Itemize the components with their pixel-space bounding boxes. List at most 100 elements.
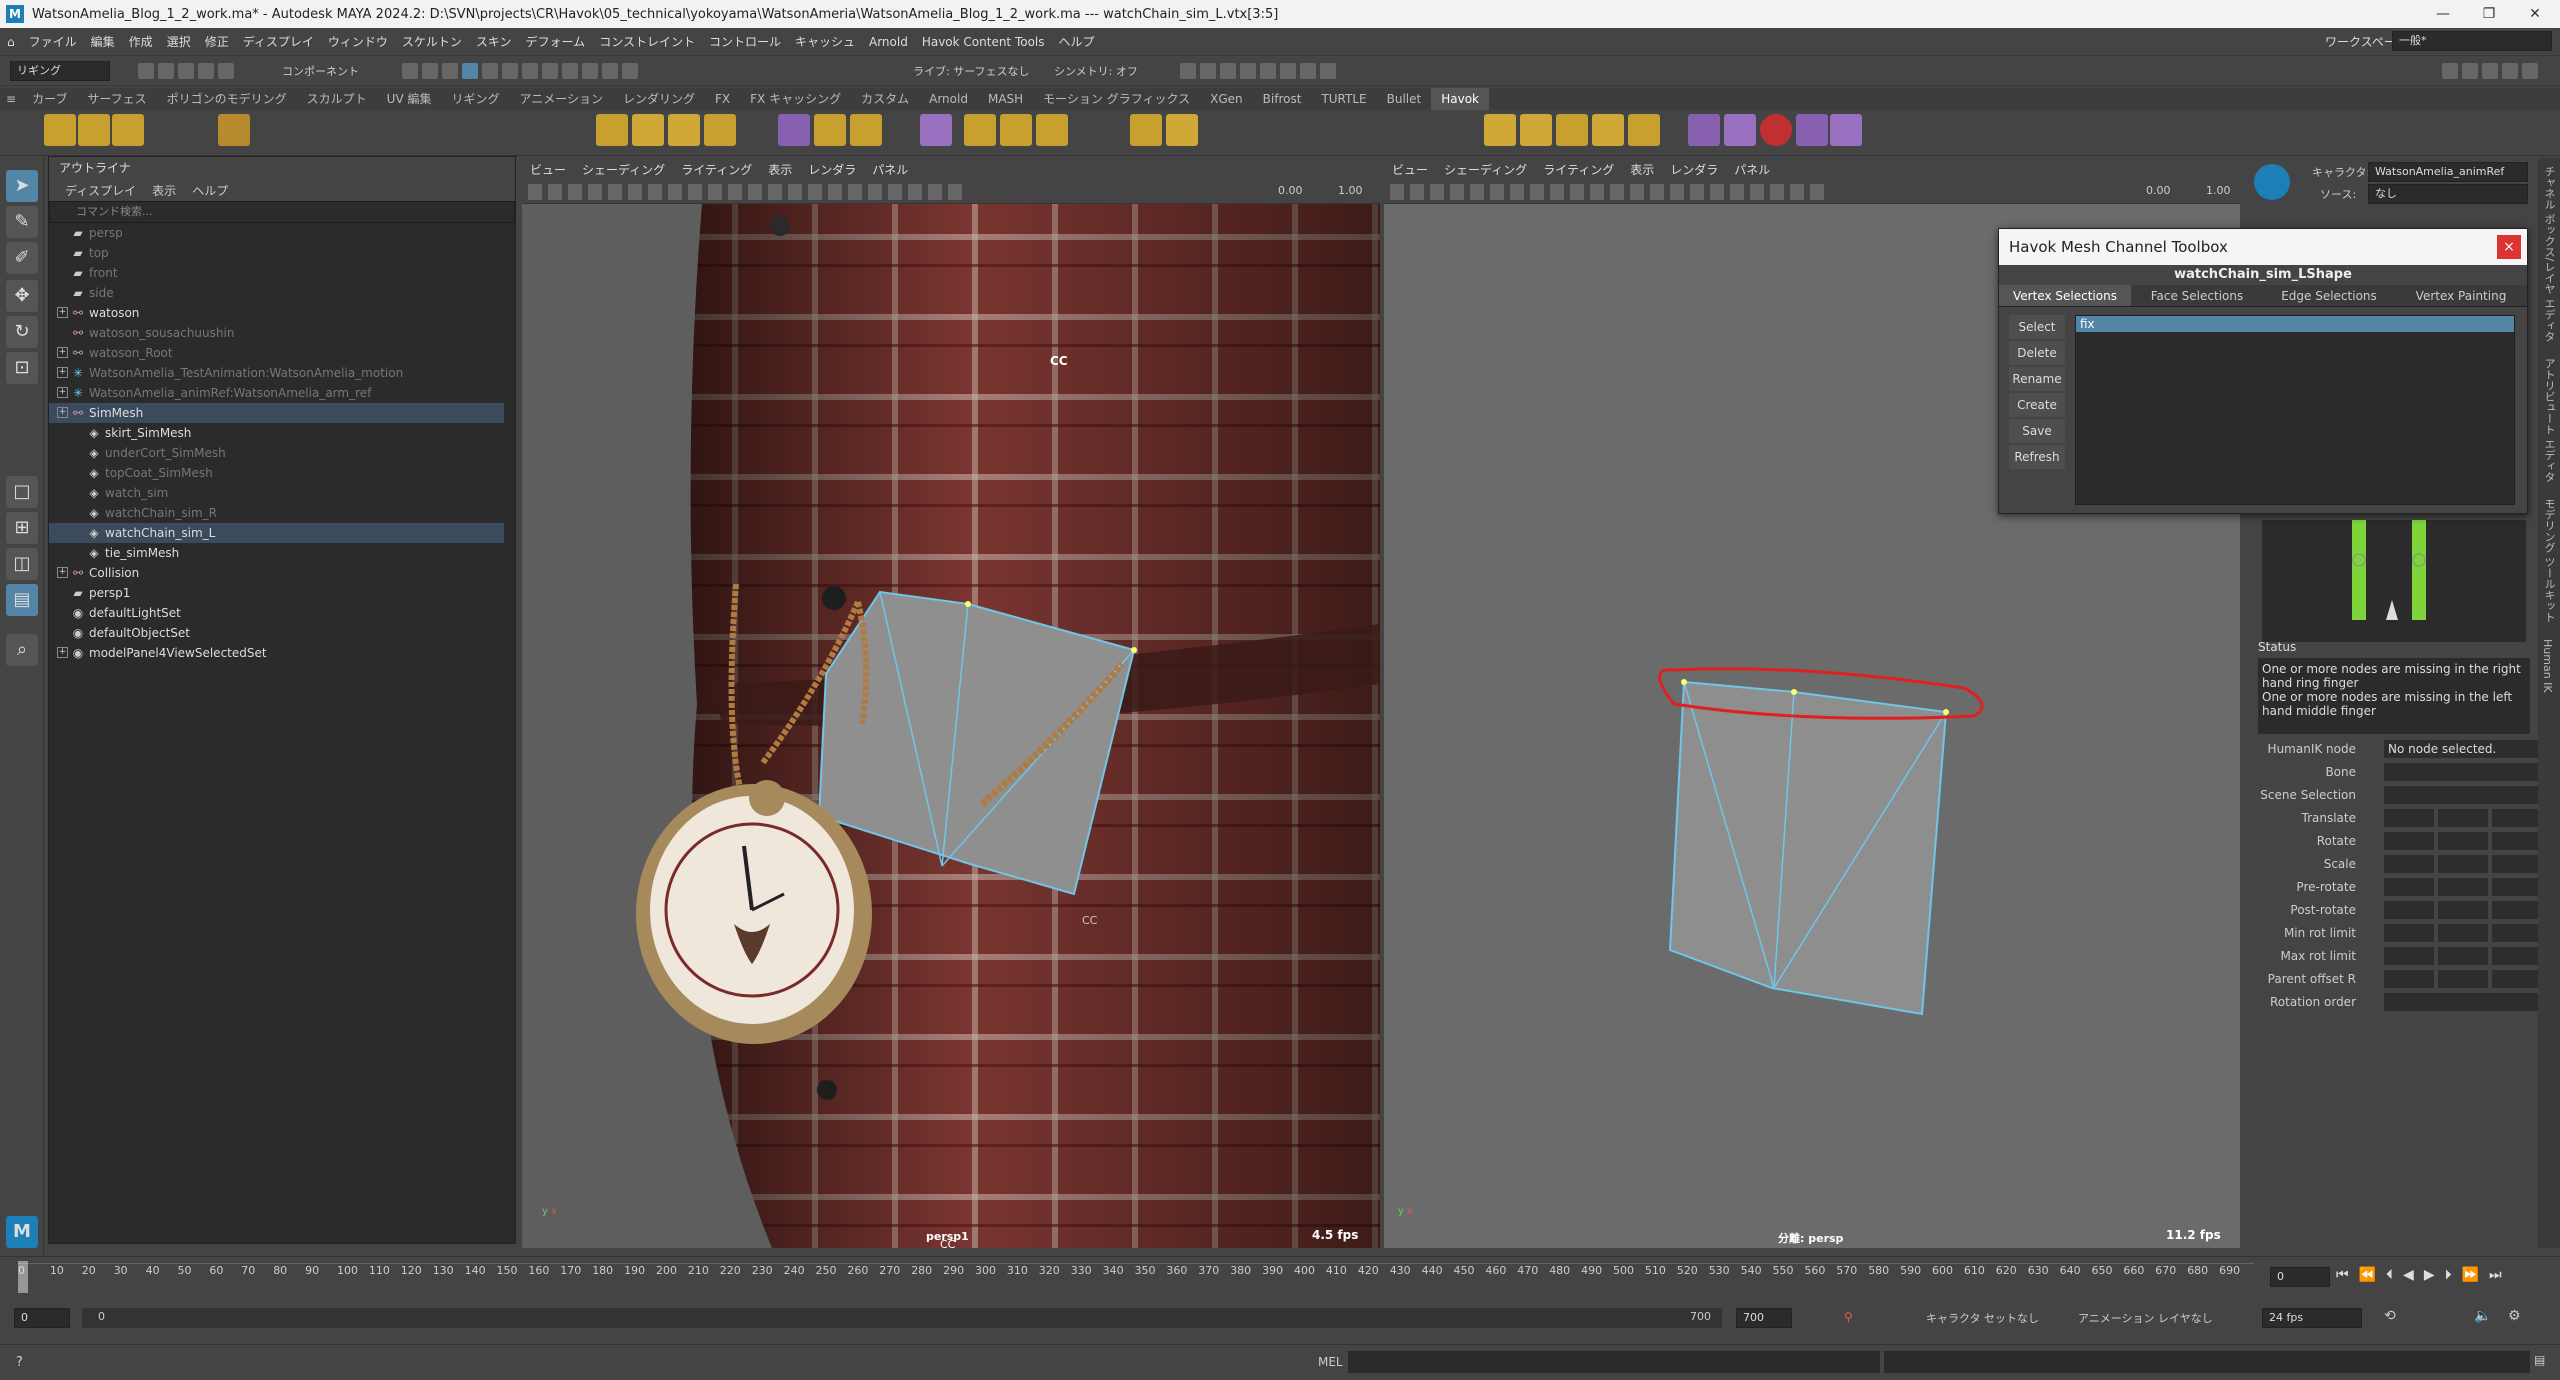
select-tool-icon[interactable]: ➤ <box>6 170 38 202</box>
havok-tool-icon-19[interactable] <box>1520 114 1552 146</box>
side-tab-human-ik[interactable]: Human IK <box>2538 631 2557 701</box>
havok-tool-icon-17[interactable] <box>1166 114 1198 146</box>
expand-icon[interactable]: + <box>57 367 68 378</box>
havok-tool-icon-7[interactable] <box>668 114 700 146</box>
new-scene-icon[interactable] <box>138 63 154 79</box>
panel-toolbar-icons-right[interactable] <box>1390 184 1830 200</box>
render-settings-icon[interactable] <box>1240 63 1256 79</box>
side-tab-channel-box[interactable]: チャネル ボックス/レイヤ エディタ <box>2538 158 2560 350</box>
create-button[interactable]: Create <box>2009 393 2065 417</box>
menu-havok[interactable]: Havok Content Tools <box>915 35 1052 49</box>
humanik-character-view[interactable] <box>2262 520 2526 642</box>
shelf-tab-xgen[interactable]: XGen <box>1200 88 1253 110</box>
current-frame-field[interactable]: 0 <box>2270 1267 2330 1287</box>
havok-tool-icon-24[interactable] <box>1724 114 1756 146</box>
menu-file[interactable]: ファイル <box>22 33 84 50</box>
side-tab-attribute-editor[interactable]: アトリビュート エディタ <box>2538 350 2560 491</box>
attribute-field[interactable] <box>2384 947 2434 965</box>
attribute-field[interactable] <box>2492 970 2542 988</box>
lock-icon[interactable] <box>542 63 558 79</box>
maximize-button[interactable]: ❐ <box>2466 0 2512 28</box>
select-component-icon[interactable] <box>442 63 458 79</box>
attribute-editor-toggle-icon[interactable] <box>2462 63 2478 79</box>
attribute-field[interactable] <box>2438 878 2488 896</box>
outliner-item[interactable]: ▰ top <box>49 243 504 263</box>
menu-deform[interactable]: デフォーム <box>519 33 593 50</box>
menu-display[interactable]: ディスプレイ <box>236 33 321 50</box>
character-select[interactable]: WatsonAmelia_animRef <box>2368 162 2528 182</box>
expand-icon[interactable]: + <box>57 567 68 578</box>
attribute-field[interactable] <box>2492 832 2542 850</box>
havok-tool-icon-11[interactable] <box>850 114 882 146</box>
tab-vertex-painting[interactable]: Vertex Painting <box>2395 285 2527 306</box>
havok-tool-icon-1[interactable] <box>44 114 76 146</box>
exposure-value-right[interactable]: 0.00 <box>2146 184 2171 197</box>
select-object-icon[interactable] <box>422 63 438 79</box>
havok-tool-icon-10[interactable] <box>814 114 846 146</box>
attribute-field[interactable] <box>2384 855 2434 873</box>
selection-set-item[interactable]: fix <box>2076 316 2514 332</box>
attribute-field[interactable] <box>2492 924 2542 942</box>
render-frame-icon[interactable] <box>1200 63 1216 79</box>
outliner-item[interactable]: + ⚯ Collision <box>49 563 504 583</box>
outliner-item[interactable]: + ⚯ SimMesh <box>49 403 504 423</box>
time-slider[interactable]: 0 10 20 30 40 50 60 70 80 90 100 110 120 130 140 150 160… <box>0 1256 2560 1296</box>
outliner-item[interactable]: + ✳ WatsonAmelia_TestAnimation:WatsonAmeli… <box>49 363 504 383</box>
undo-icon[interactable] <box>198 63 214 79</box>
shelf-tab-uv-editing[interactable]: UV 編集 <box>377 88 442 110</box>
tab-vertex-selections[interactable]: Vertex Selections <box>1999 285 2131 306</box>
havok-tool-icon-3[interactable] <box>112 114 144 146</box>
render-view-icon[interactable] <box>1180 63 1196 79</box>
attribute-field[interactable] <box>2492 855 2542 873</box>
vp-left-menu-shading[interactable]: シェーディング <box>574 161 673 178</box>
menu-select[interactable]: 選択 <box>160 33 198 50</box>
havok-tool-icon-9[interactable] <box>778 114 810 146</box>
havok-tool-icon-15[interactable] <box>1036 114 1068 146</box>
havok-tool-icon-25[interactable] <box>1760 114 1792 146</box>
character-set-select[interactable]: キャラクタ セットなし <box>1926 1310 2039 1326</box>
attribute-field[interactable] <box>2384 901 2434 919</box>
attribute-field[interactable] <box>2384 832 2434 850</box>
attribute-field[interactable] <box>2492 901 2542 919</box>
outliner-layout-icon[interactable]: ▤ <box>6 584 38 616</box>
gamma-value-right[interactable]: 1.00 <box>2206 184 2231 197</box>
havok-tool-icon-14[interactable] <box>1000 114 1032 146</box>
outliner-item[interactable]: ◈ tie_simMesh <box>49 543 504 563</box>
havok-tool-icon-2[interactable] <box>78 114 110 146</box>
outliner-item[interactable]: ◈ watchChain_sim_L <box>49 523 504 543</box>
shelf-tab-rigging[interactable]: リギング <box>441 88 509 110</box>
attribute-field[interactable] <box>2384 924 2434 942</box>
save-button[interactable]: Save <box>2009 419 2065 443</box>
shelf-tab-poly-modeling[interactable]: ポリゴンのモデリング <box>157 88 297 110</box>
expand-icon[interactable]: + <box>57 647 68 658</box>
selection-set-list[interactable]: fix <box>2075 315 2515 505</box>
menu-cache[interactable]: キャッシュ <box>788 33 862 50</box>
shelf-tab-fx[interactable]: FX <box>705 88 740 110</box>
four-view-icon[interactable]: ⊞ <box>6 512 38 544</box>
menu-edit[interactable]: 編集 <box>84 33 122 50</box>
step-forward-icon[interactable]: ⏵ <box>2445 1267 2462 1283</box>
single-view-icon[interactable]: □ <box>6 476 38 508</box>
vp-left-menu-renderer[interactable]: レンダラ <box>800 161 864 178</box>
attribute-field[interactable] <box>2384 786 2542 804</box>
outliner-item[interactable]: ◈ skirt_SimMesh <box>49 423 504 443</box>
gamma-value[interactable]: 1.00 <box>1338 184 1363 197</box>
go-to-end-icon[interactable]: ⏭ <box>2489 1267 2512 1283</box>
outliner-item[interactable]: ◈ watchChain_sim_R <box>49 503 504 523</box>
minimize-button[interactable]: — <box>2420 0 2466 28</box>
outliner-item[interactable]: ◉ defaultLightSet <box>49 603 504 623</box>
outliner-item[interactable]: ▰ side <box>49 283 504 303</box>
fps-select[interactable]: 24 fps <box>2262 1308 2362 1328</box>
edge-mask-icon[interactable] <box>482 63 498 79</box>
menuset-select[interactable]: リギング <box>10 61 110 81</box>
shelf-tab-custom[interactable]: カスタム <box>851 88 919 110</box>
script-editor-icon[interactable]: ▤ <box>2534 1353 2545 1367</box>
havok-tool-icon-12[interactable] <box>920 114 952 146</box>
outliner-item[interactable]: + ⚯ watoson <box>49 303 504 323</box>
ipr-render-icon[interactable] <box>1220 63 1236 79</box>
expand-icon[interactable]: + <box>57 307 68 318</box>
attribute-field[interactable] <box>2438 970 2488 988</box>
menu-help[interactable]: ヘルプ <box>1052 33 1102 50</box>
range-end-field[interactable]: 700 <box>1736 1308 1792 1328</box>
outliner-item[interactable]: ◈ watch_sim <box>49 483 504 503</box>
